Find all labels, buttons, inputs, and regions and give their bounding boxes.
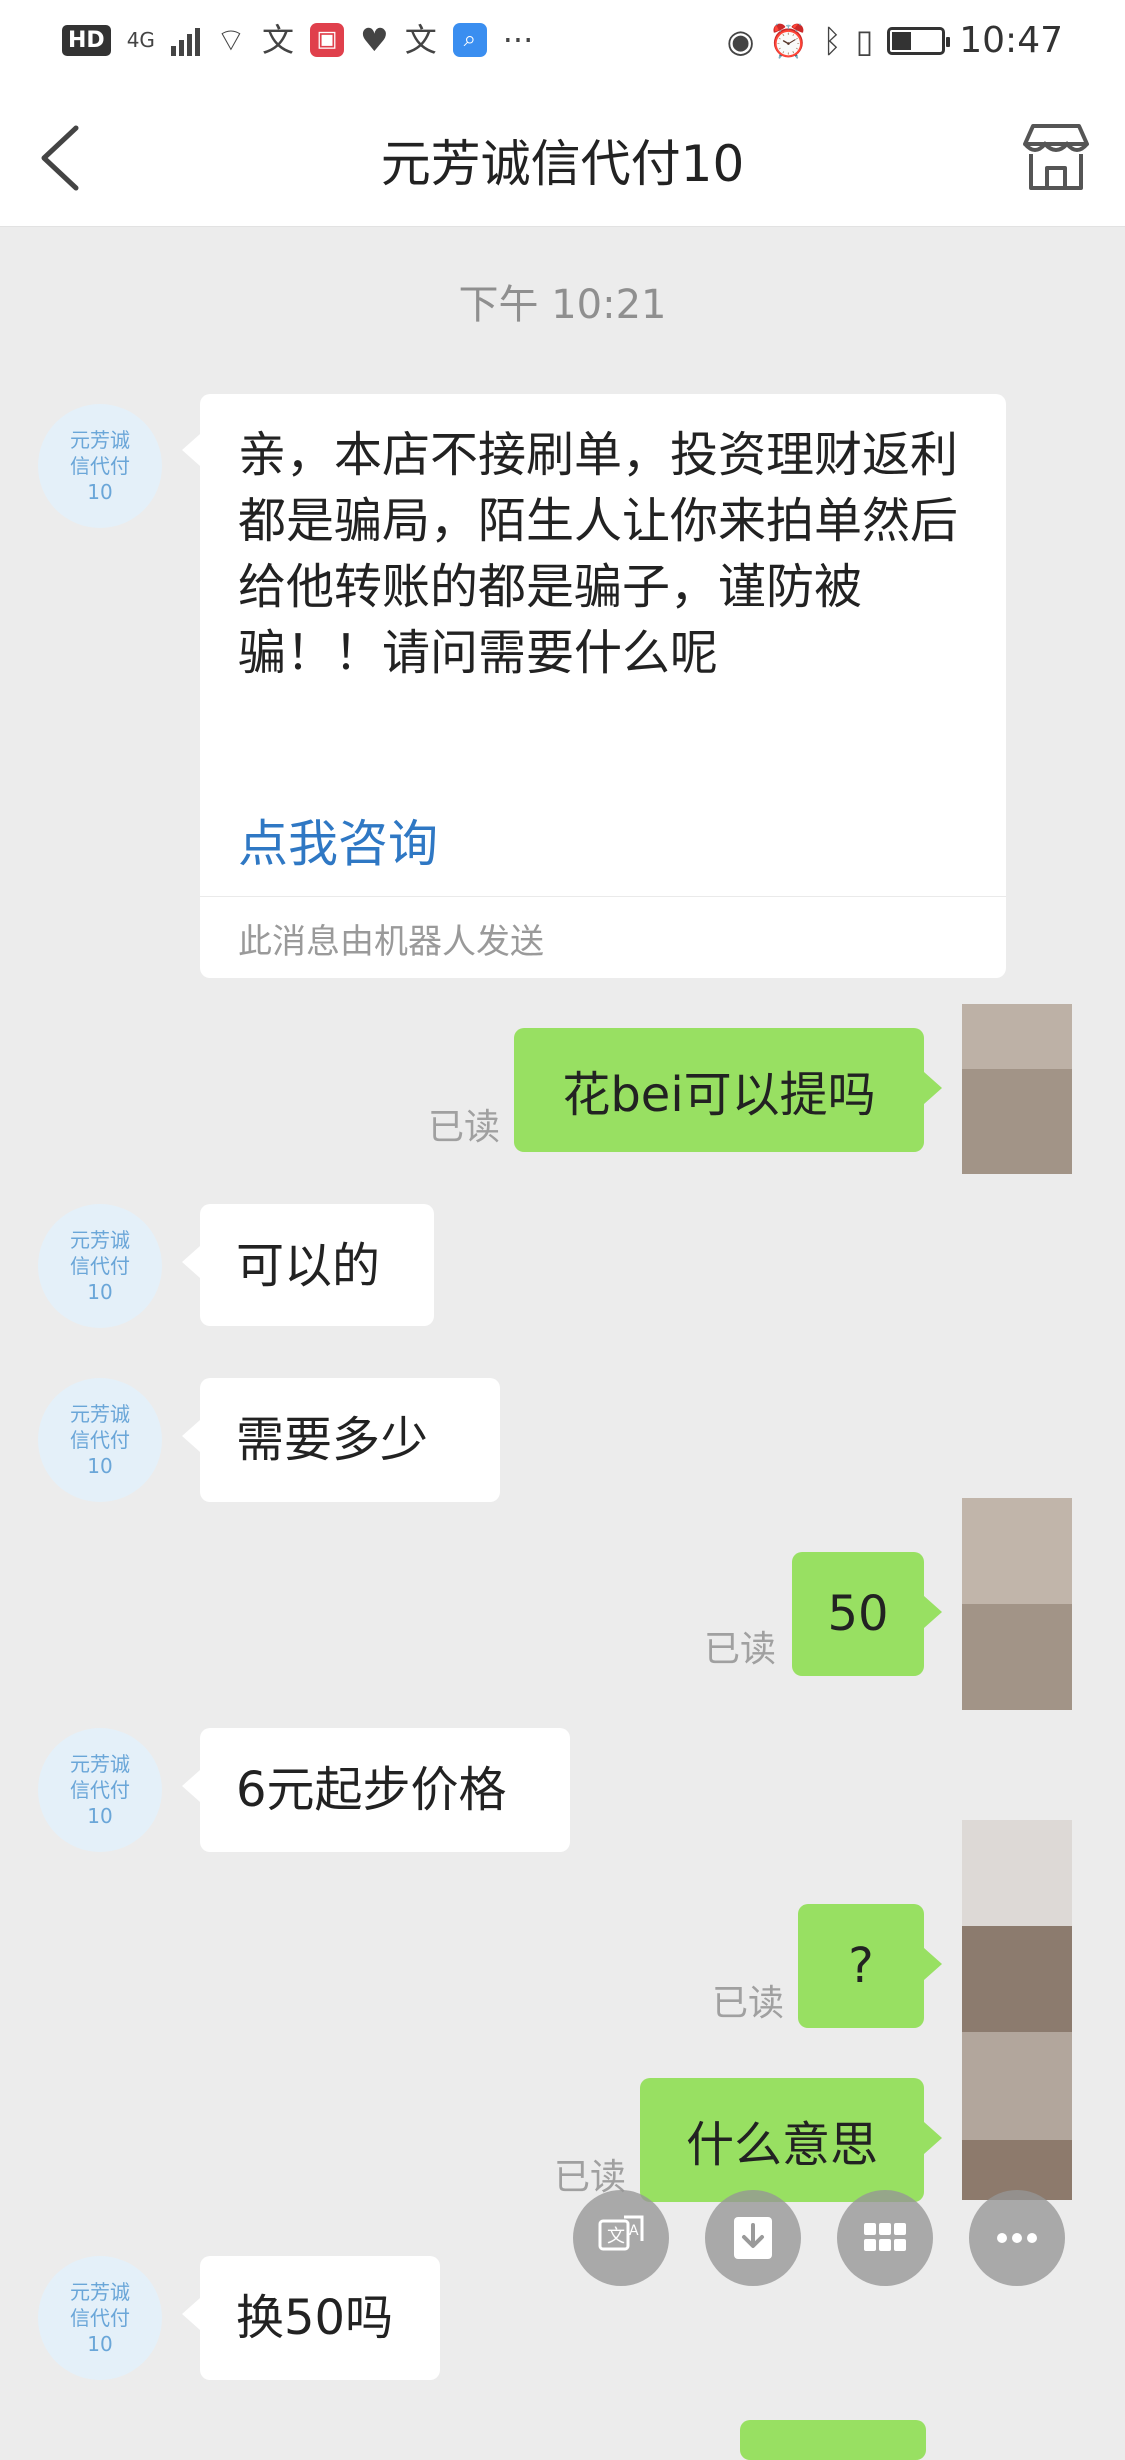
more-notifications-icon: ··· <box>502 21 534 59</box>
bluetooth-icon: ᛒ <box>822 21 842 60</box>
signal-icon <box>170 24 200 56</box>
incoming-message[interactable]: 需要多少 <box>182 1378 500 1502</box>
contact-avatar[interactable]: 元芳诚 信代付 10 <box>38 1204 162 1328</box>
app-notification-icon: ▣ <box>310 23 345 57</box>
alarm-icon: ⏰ <box>768 21 809 60</box>
heart-icon: ♥ <box>360 21 389 59</box>
contact-avatar[interactable]: 元芳诚 信代付 10 <box>38 2256 162 2380</box>
my-avatar[interactable] <box>962 1004 1072 1174</box>
contact-avatar[interactable]: 元芳诚 信代付 10 <box>38 1728 162 1852</box>
read-receipt: 已读 <box>704 1629 777 1670</box>
incoming-message[interactable]: 可以的 <box>182 1204 434 1326</box>
wifi-icon: ⌔ <box>215 21 247 59</box>
outgoing-message[interactable]: 花bei可以提吗 <box>514 1028 942 1152</box>
download-button[interactable] <box>705 2190 801 2286</box>
hd-badge: HD <box>62 24 111 56</box>
network-badge: 4G <box>126 28 155 52</box>
contact-avatar[interactable]: 元芳诚 信代付 10 <box>38 1378 162 1502</box>
my-avatar[interactable] <box>962 1498 1072 1710</box>
message-timestamp: 下午 10:21 <box>458 282 667 328</box>
download-icon <box>734 2217 772 2259</box>
my-avatar[interactable] <box>962 1820 1072 2200</box>
robot-message-card: 亲，本店不接刷单，投资理财返利都是骗局，陌生人让你来拍单然后给他转账的都是骗子，… <box>182 394 1006 978</box>
avatar-text: 元芳诚 信代付 10 <box>70 1228 130 1304</box>
eye-icon: ◉ <box>726 21 755 60</box>
outgoing-message[interactable]: 什么意思 <box>640 2078 942 2202</box>
shop-icon[interactable] <box>1015 116 1097 198</box>
vibrate-icon: ▯ <box>855 21 874 60</box>
svg-text:A: A <box>629 2223 639 2239</box>
outgoing-message[interactable]: ? <box>798 1904 942 2028</box>
incoming-message[interactable]: 6元起步价格 <box>182 1728 570 1852</box>
battery-fill <box>892 31 912 50</box>
read-receipt: 已读 <box>712 1983 785 2024</box>
avatar-text: 元芳诚 信代付 10 <box>70 428 130 504</box>
status-right-icons: ◉ ⏰ ᛒ ▯ 10:47 <box>727 20 1063 61</box>
avatar-text: 元芳诚 信代付 10 <box>70 2280 130 2356</box>
grid-icon <box>864 2223 906 2251</box>
avatar-text: 元芳诚 信代付 10 <box>70 1752 130 1828</box>
incoming-message[interactable]: 换50吗 <box>182 2256 440 2380</box>
robot-message-text: 亲，本店不接刷单，投资理财返利都是骗局，陌生人让你来拍单然后给他转账的都是骗子，… <box>238 427 959 681</box>
outgoing-message[interactable]: 50 <box>792 1552 942 1676</box>
chat-header: 元芳诚信代付10 <box>0 86 1125 227</box>
chat-title: 元芳诚信代付10 <box>380 135 745 193</box>
robot-footer-note: 此消息由机器人发送 <box>238 922 544 962</box>
more-button[interactable] <box>969 2190 1065 2286</box>
notification-text-icon-2: 文 <box>404 21 437 59</box>
more-icon <box>997 2233 1037 2243</box>
svg-text:文: 文 <box>607 2226 625 2247</box>
avatar-text: 元芳诚 信代付 10 <box>70 1402 130 1478</box>
status-bar: HD 4G ⌔ 文 ▣ ♥ 文 ⌕ ··· ◉ ⏰ ᛒ ▯ 10:47 <box>0 0 1125 86</box>
search-app-icon: ⌕ <box>452 23 487 57</box>
grid-button[interactable] <box>837 2190 933 2286</box>
status-time: 10:47 <box>959 20 1063 61</box>
status-left-icons: HD 4G ⌔ 文 ▣ ♥ 文 ⌕ ··· <box>62 20 533 60</box>
battery-icon <box>887 26 951 55</box>
consult-link[interactable]: 点我咨询 <box>238 804 438 876</box>
read-receipt: 已读 <box>428 1107 501 1148</box>
contact-avatar[interactable]: 元芳诚 信代付 10 <box>38 404 162 528</box>
notification-text-icon: 文 <box>262 21 295 59</box>
card-divider <box>200 896 1006 897</box>
outgoing-message-partial <box>740 2420 926 2460</box>
translate-button[interactable]: 文 A <box>573 2190 669 2286</box>
translate-icon: 文 A <box>598 2215 644 2251</box>
